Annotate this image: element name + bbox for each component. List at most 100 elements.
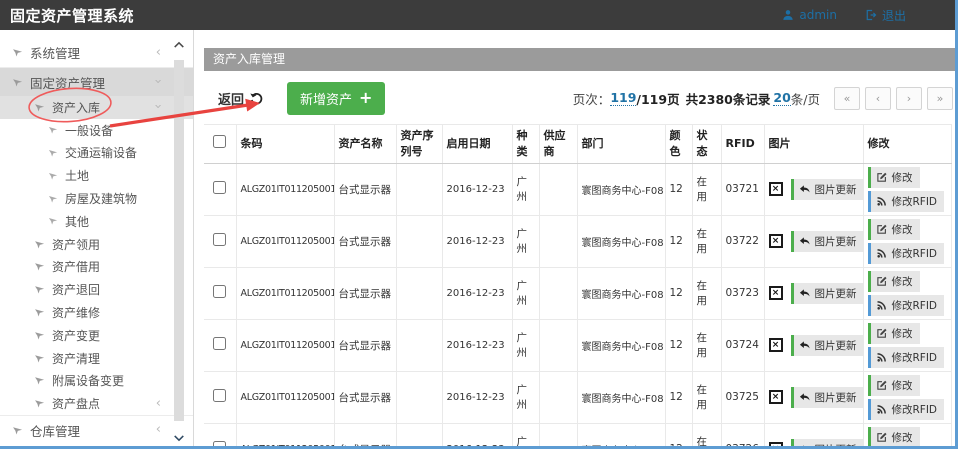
modify-button[interactable]: 修改 [868, 219, 920, 240]
column-header: 修改 [863, 125, 951, 164]
row-checkbox[interactable] [213, 285, 226, 298]
modify-rfid-button[interactable]: 修改RFID [868, 347, 945, 368]
add-asset-button[interactable]: 新增资产 [287, 82, 385, 115]
cell-select [204, 267, 236, 319]
sidebar-scrollbar[interactable] [172, 40, 186, 445]
update-image-button[interactable]: 图片更新 [791, 179, 864, 200]
modify-button[interactable]: 修改 [868, 427, 920, 448]
cell-rfid: 03723 [721, 267, 764, 319]
modify-button[interactable]: 修改 [868, 375, 920, 396]
asset-table: 条码资产名称资产序列号启用日期种类供应商部门颜色状态RFID图片修改 ALGZ0… [204, 124, 952, 449]
sidebar-item[interactable]: 仓库管理 [0, 415, 193, 444]
prev-page-button[interactable]: ‹ [865, 87, 891, 110]
update-image-button[interactable]: 图片更新 [791, 283, 864, 304]
row-checkbox[interactable] [213, 233, 226, 246]
sidebar-item[interactable]: 附属设备变更 [0, 370, 193, 393]
reply-arrow-icon [799, 339, 811, 351]
last-page-button[interactable]: » [927, 87, 953, 110]
sidebar-item-label: 固定资产管理 [30, 73, 105, 92]
scroll-up-icon[interactable] [173, 40, 185, 49]
cell-category: 广州 [512, 371, 539, 423]
sidebar-item[interactable]: 交通运输设备 [0, 142, 193, 165]
sidebar-item[interactable]: 系统管理 [0, 38, 193, 67]
cell-picture: 图片更新 [764, 163, 863, 215]
column-header: 状态 [692, 125, 721, 164]
modify-label: 修改 [892, 326, 913, 341]
logout-link[interactable]: 退出 [865, 7, 906, 24]
sidebar-item[interactable]: 资产领用 [0, 233, 193, 256]
modify-rfid-button[interactable]: 修改RFID [868, 191, 945, 212]
reply-arrow-icon [799, 183, 811, 195]
scrollbar-thumb[interactable] [174, 60, 184, 421]
edit-pencil-icon [876, 379, 888, 391]
table-row: ALGZ01IT0112050016 台式显示器 2016-12-23 广州 寰… [204, 267, 951, 319]
scroll-down-icon[interactable] [173, 434, 185, 443]
sidebar-item[interactable]: 资产盘点 [0, 392, 193, 415]
sidebar-item[interactable]: 资产清理 [0, 347, 193, 370]
sidebar-item[interactable]: 固定资产管理 [0, 67, 193, 96]
sidebar-item[interactable]: 资产退回 [0, 278, 193, 301]
user-name: admin [799, 8, 837, 22]
modify-rfid-button[interactable]: 修改RFID [868, 399, 945, 420]
update-image-button[interactable]: 图片更新 [791, 231, 864, 252]
sidebar-item[interactable]: 资产变更 [0, 324, 193, 347]
cell-serial [396, 319, 442, 371]
paper-plane-icon [12, 77, 23, 88]
modify-rfid-label: 修改RFID [892, 350, 938, 365]
broken-image-icon [769, 182, 783, 196]
sidebar-item-label: 系统管理 [30, 43, 80, 62]
sidebar-item-label: 一般设备 [65, 122, 113, 139]
paper-plane-icon [34, 307, 45, 318]
update-image-button[interactable]: 图片更新 [791, 335, 864, 356]
sidebar-item[interactable]: 土地 [0, 164, 193, 187]
select-all-cell [204, 125, 236, 164]
cell-select [204, 371, 236, 423]
update-image-label: 图片更新 [815, 182, 857, 197]
sidebar-item[interactable]: 资产入库 [0, 96, 193, 119]
cell-rfid: 03725 [721, 371, 764, 423]
back-button[interactable]: 返回 [212, 88, 270, 109]
page-size-link[interactable]: 20 [773, 90, 790, 106]
paper-plane-icon [34, 284, 45, 295]
modify-rfid-label: 修改RFID [892, 298, 938, 313]
screenshot-root: 固定资产管理系统 admin 退出 系统管理 固定资产管理 资产入库 [0, 0, 980, 452]
cell-supplier [539, 215, 577, 267]
sidebar-item[interactable]: 房屋及建筑物 [0, 187, 193, 210]
modify-button[interactable]: 修改 [868, 323, 920, 344]
sidebar-item-label: 资产盘点 [52, 395, 100, 412]
select-all-checkbox[interactable] [213, 135, 226, 148]
sidebar-item[interactable]: 资产借用 [0, 256, 193, 279]
row-checkbox[interactable] [213, 389, 226, 402]
cell-modify: 修改 修改RFID [863, 215, 951, 267]
cell-rfid: 03721 [721, 163, 764, 215]
column-header: 供应商 [539, 125, 577, 164]
chevron-icon [152, 104, 165, 109]
first-page-button[interactable]: « [834, 87, 860, 110]
sidebar-item[interactable]: 一般设备 [0, 119, 193, 142]
cell-department: 寰图商务中心-F08 [577, 267, 665, 319]
column-header: 启用日期 [442, 125, 512, 164]
row-checkbox[interactable] [213, 337, 226, 350]
current-page-link[interactable]: 119 [610, 90, 636, 106]
next-page-button[interactable]: › [896, 87, 922, 110]
modify-button[interactable]: 修改 [868, 167, 920, 188]
cell-asset-name: 台式显示器 [334, 319, 396, 371]
column-header: 颜色 [665, 125, 692, 164]
cell-department: 寰图商务中心-F08 [577, 163, 665, 215]
cell-status: 在用 [692, 319, 721, 371]
modify-button[interactable]: 修改 [868, 271, 920, 292]
paper-plane-icon [48, 194, 58, 204]
cell-modify: 修改 修改RFID [863, 371, 951, 423]
modify-rfid-button[interactable]: 修改RFID [868, 295, 945, 316]
row-checkbox[interactable] [213, 181, 226, 194]
cell-picture: 图片更新 [764, 267, 863, 319]
modify-label: 修改 [892, 274, 913, 289]
cell-supplier [539, 319, 577, 371]
update-image-button[interactable]: 图片更新 [791, 387, 864, 408]
modify-rfid-button[interactable]: 修改RFID [868, 243, 945, 264]
sidebar-item[interactable]: 资产维修 [0, 301, 193, 324]
user-menu[interactable]: admin [782, 7, 837, 24]
main-panel: 资产入库管理 返回 新增资产 页次： 119 /119页 共2380条记录 [194, 30, 958, 449]
sidebar-item[interactable]: 其他 [0, 210, 193, 233]
app-title: 固定资产管理系统 [10, 5, 134, 26]
